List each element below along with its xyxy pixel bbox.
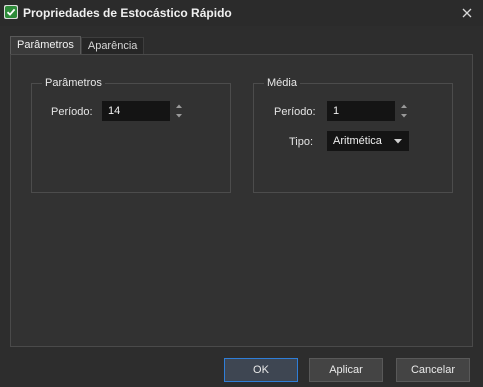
average-group-title: Média xyxy=(264,77,300,89)
tab-aparencia[interactable]: Aparência xyxy=(80,37,145,55)
close-button[interactable] xyxy=(457,3,477,23)
tab-parametros[interactable]: Parâmetros xyxy=(10,36,81,55)
window-title: Propriedades de Estocástico Rápido xyxy=(23,6,232,20)
parameters-group-title: Parâmetros xyxy=(42,77,105,89)
parameters-group: Parâmetros Período: xyxy=(31,77,231,193)
cancel-button[interactable]: Cancelar xyxy=(396,358,470,382)
average-group: Média Período: Tipo: Aritmética xyxy=(253,77,453,193)
type-select-value: Aritmética xyxy=(333,135,382,147)
period-label: Período: xyxy=(51,106,93,118)
chevron-down-icon xyxy=(394,139,402,144)
period-input[interactable] xyxy=(102,101,170,121)
type-select[interactable]: Aritmética xyxy=(327,131,409,151)
apply-button[interactable]: Aplicar xyxy=(309,358,383,382)
spin-arrows-icon xyxy=(176,104,182,118)
close-icon xyxy=(462,8,472,18)
app-icon xyxy=(4,5,18,19)
period-spinner[interactable] xyxy=(173,101,185,121)
spin-arrows-icon xyxy=(401,104,407,118)
tab-panel: Parâmetros Período: Média Período: Tipo:… xyxy=(10,54,473,347)
type-label: Tipo: xyxy=(289,136,314,148)
average-period-spinner[interactable] xyxy=(398,101,410,121)
title-bar: Propriedades de Estocástico Rápido xyxy=(0,0,483,26)
average-period-input[interactable] xyxy=(327,101,395,121)
ok-button[interactable]: OK xyxy=(224,358,298,382)
tab-bar: Parâmetros Aparência xyxy=(10,36,145,55)
average-period-label: Período: xyxy=(274,106,316,118)
